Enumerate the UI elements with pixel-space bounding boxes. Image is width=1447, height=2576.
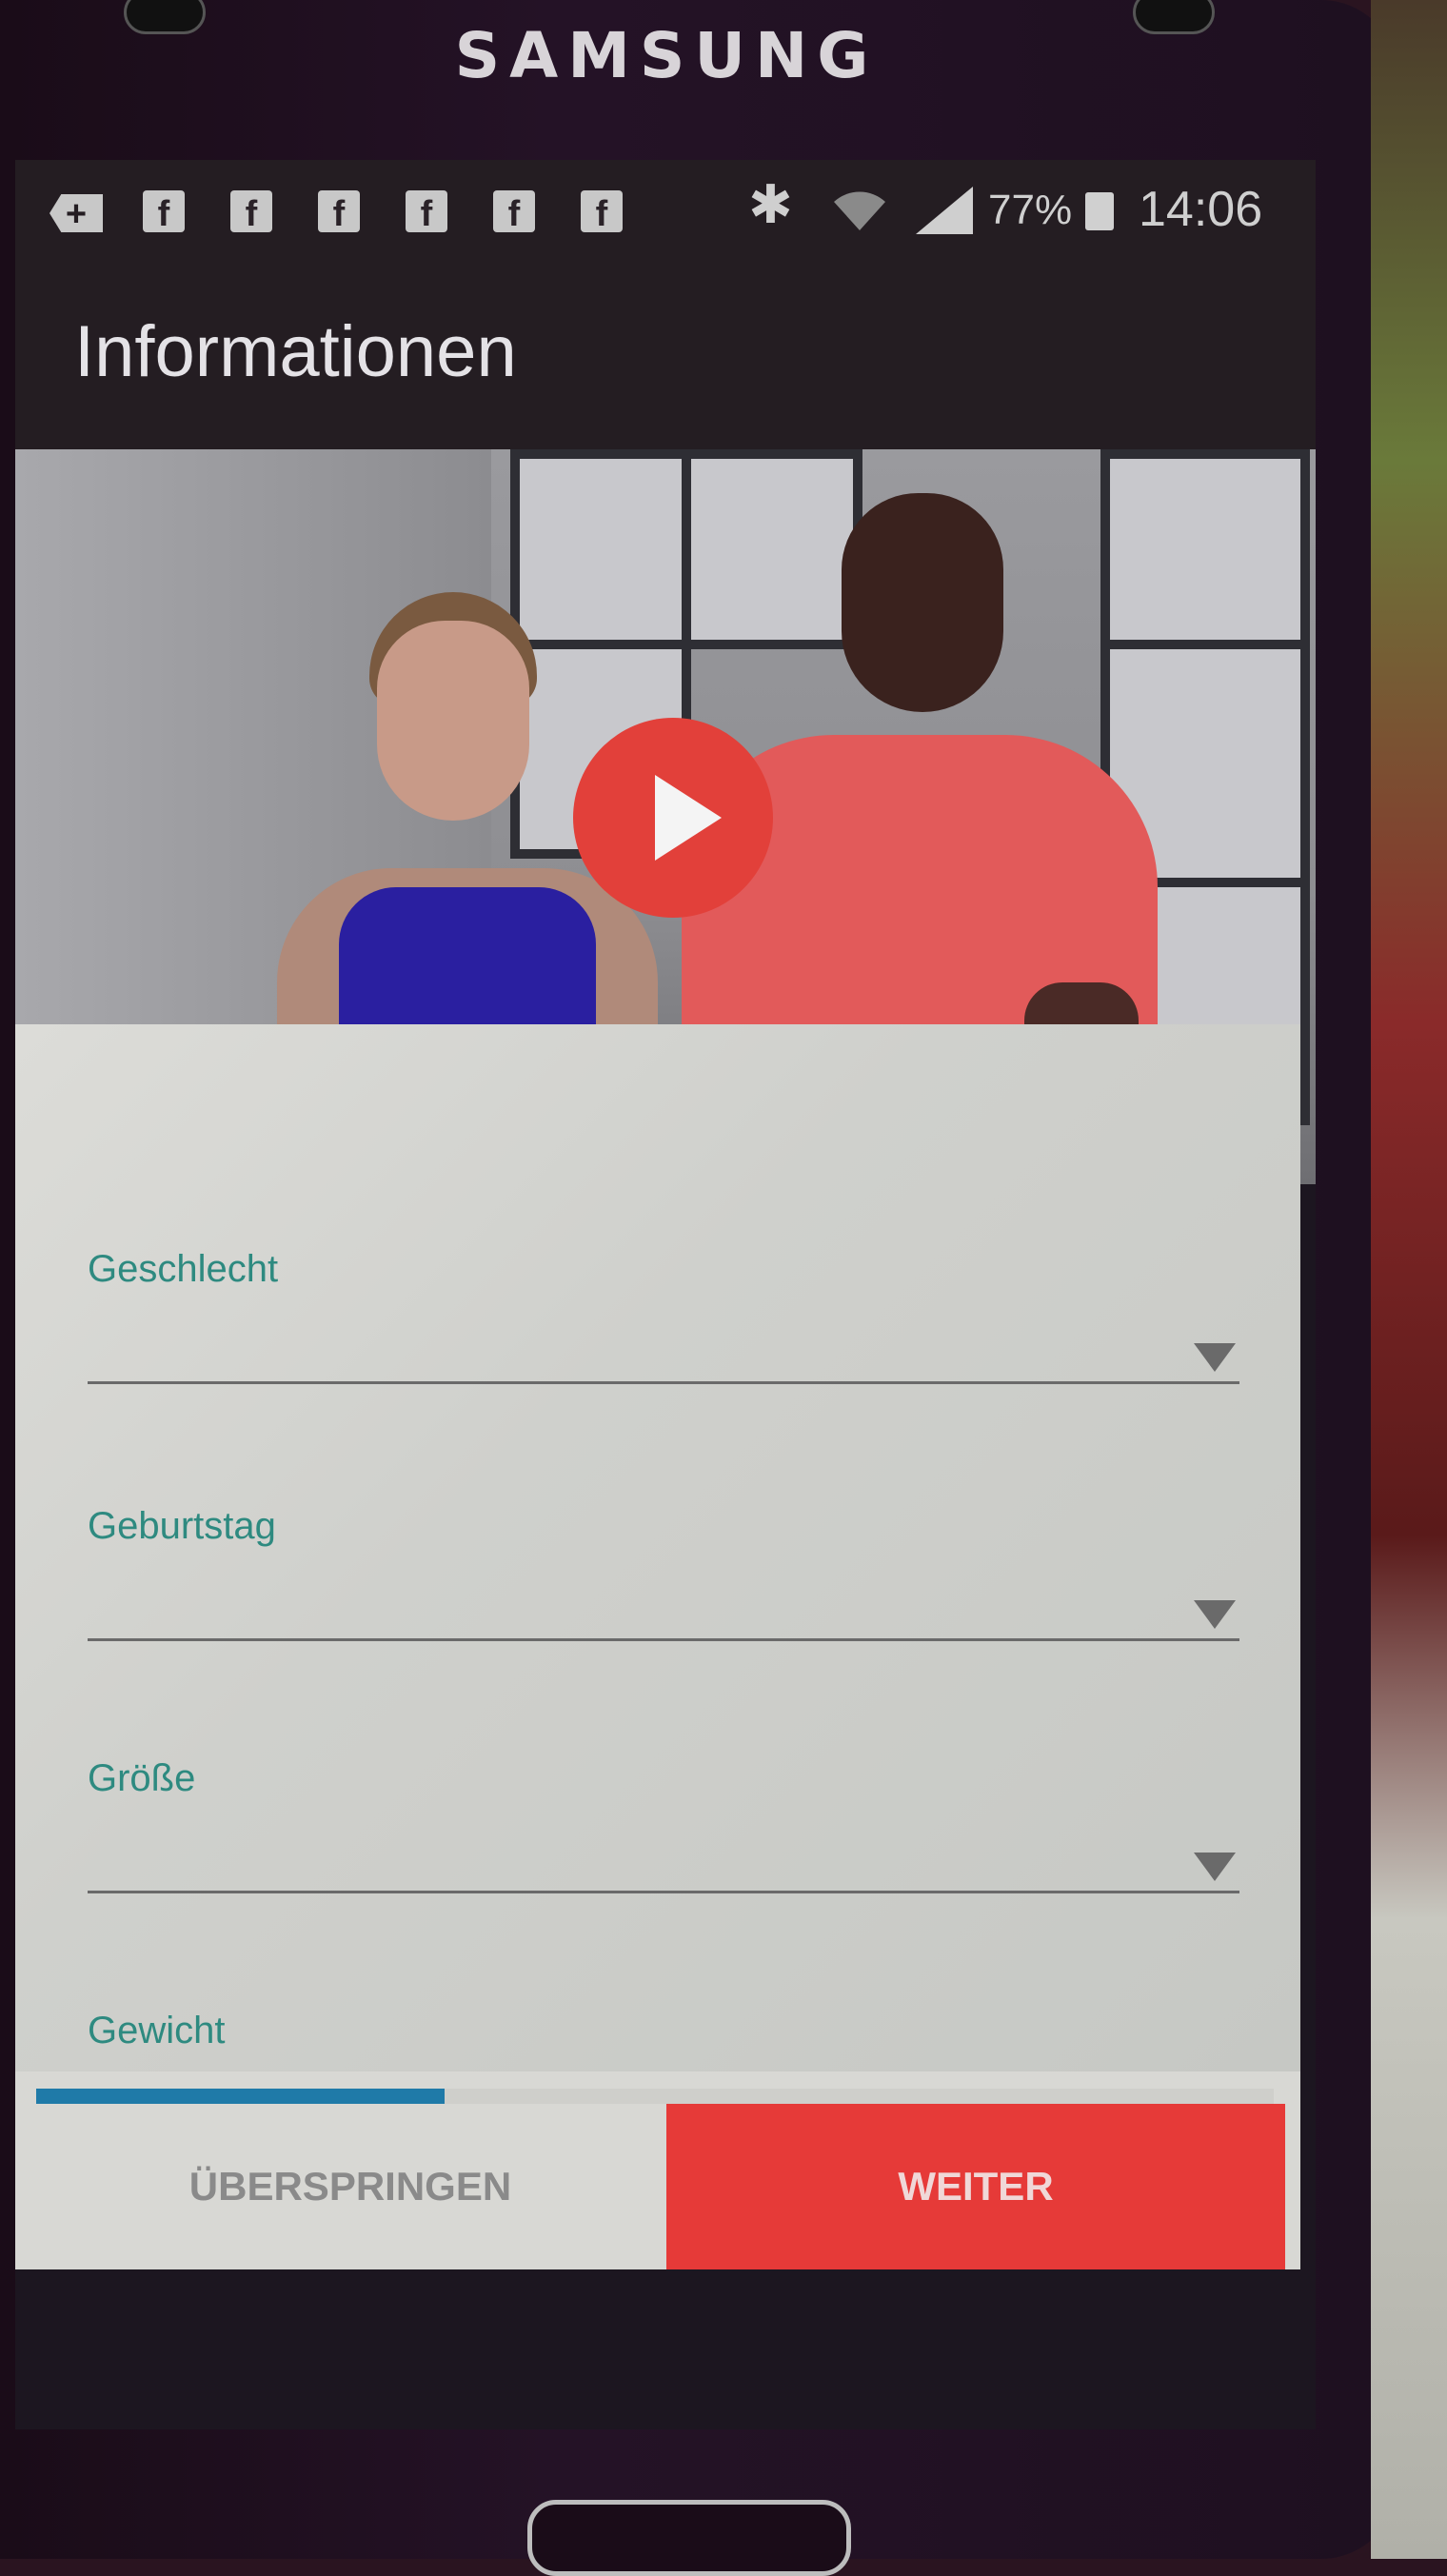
status-bar: + f f f f f f ✱ 77% 14:06	[15, 160, 1316, 265]
face	[842, 493, 1003, 712]
app-bar: Informationen	[15, 265, 1316, 449]
signal-icon	[916, 187, 973, 234]
facebook-icon: f	[143, 190, 185, 234]
next-button[interactable]: WEITER	[666, 2104, 1285, 2269]
field-label: Größe	[88, 1757, 196, 1799]
face	[377, 621, 529, 821]
plus-icon: +	[50, 194, 103, 232]
clock: 14:06	[1139, 182, 1263, 237]
page-title: Informationen	[74, 311, 517, 392]
facebook-icon: f	[493, 190, 535, 234]
progress-bar	[36, 2089, 445, 2104]
field-label: Gewicht	[88, 2010, 226, 2051]
birthday-dropdown[interactable]: Geburtstag	[88, 1505, 1259, 1695]
gender-dropdown[interactable]: Geschlecht	[88, 1248, 1259, 1438]
play-icon	[655, 775, 722, 861]
window-panel	[510, 449, 691, 649]
window-panel	[1100, 449, 1310, 649]
field-label: Geburtstag	[88, 1505, 276, 1547]
window-panel	[682, 449, 862, 649]
field-label: Geschlecht	[88, 1248, 279, 1290]
bottom-action-bar: ÜBERSPRINGEN WEITER	[15, 2071, 1300, 2269]
phone-body: SAMSUNG + f f f f f f ✱ 77% 14:06 Inform…	[0, 0, 1397, 2576]
play-button[interactable]	[573, 718, 773, 918]
battery-icon	[1085, 192, 1114, 230]
field-underline	[88, 1381, 1239, 1384]
battery-percent: 77%	[988, 187, 1073, 233]
wifi-icon	[834, 191, 885, 230]
field-underline	[88, 1891, 1239, 1893]
background-scene	[1371, 0, 1447, 2559]
device-brand: SAMSUNG	[454, 19, 879, 92]
dropdown-arrow-icon[interactable]	[1194, 1343, 1236, 1372]
field-underline	[88, 1638, 1239, 1641]
facebook-icon: f	[318, 190, 360, 234]
height-dropdown[interactable]: Größe	[88, 1757, 1259, 1948]
dropdown-arrow-icon[interactable]	[1194, 1600, 1236, 1629]
facebook-icon: f	[230, 190, 272, 234]
facebook-icon: f	[406, 190, 447, 234]
facebook-icon: f	[581, 190, 623, 234]
profile-form: Geschlecht Geburtstag Größe Gewicht	[15, 1024, 1300, 2146]
bluetooth-icon: ✱	[748, 174, 793, 234]
skip-button[interactable]: ÜBERSPRINGEN	[36, 2104, 664, 2269]
home-button[interactable]	[527, 2500, 851, 2576]
dropdown-arrow-icon[interactable]	[1194, 1853, 1236, 1881]
